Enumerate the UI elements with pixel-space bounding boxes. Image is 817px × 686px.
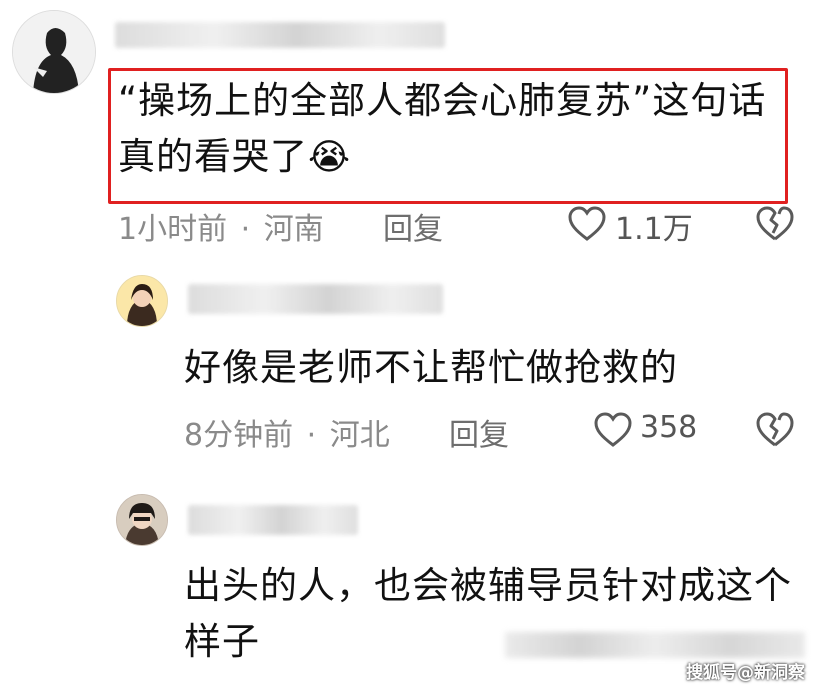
avatar[interactable] bbox=[12, 10, 96, 94]
comment-time: 1小时前 bbox=[118, 212, 228, 247]
comment-meta: 1小时前 · 河南 bbox=[118, 204, 324, 248]
meta-separator: · bbox=[306, 418, 317, 453]
comment-text: 好像是老师不让帮忙做抢救的 bbox=[184, 346, 678, 389]
comment-text: “操场上的全部人都会心肺复苏”这句话真的看哭了😭 bbox=[118, 79, 767, 178]
comment-location: 河北 bbox=[329, 418, 390, 453]
username-redacted bbox=[188, 284, 443, 314]
watermark: 搜狐号@新洞察 bbox=[686, 663, 805, 683]
comment-location: 河南 bbox=[263, 212, 324, 247]
reply-button[interactable]: 回复 bbox=[449, 410, 509, 454]
username-redacted bbox=[188, 505, 358, 535]
avatar[interactable] bbox=[116, 275, 168, 327]
heart-icon[interactable] bbox=[567, 205, 607, 243]
username-redacted bbox=[115, 22, 445, 48]
reply-button[interactable]: 回复 bbox=[383, 204, 443, 248]
comment-time: 8分钟前 bbox=[184, 418, 294, 453]
meta-separator: · bbox=[240, 212, 251, 247]
crying-emoji-icon: 😭 bbox=[308, 137, 352, 178]
watermark-redacted bbox=[505, 632, 805, 658]
like-count: 358 bbox=[640, 410, 698, 445]
avatar[interactable] bbox=[116, 494, 168, 546]
broken-heart-icon[interactable] bbox=[755, 411, 795, 449]
broken-heart-icon[interactable] bbox=[755, 205, 795, 243]
like-count: 1.1万 bbox=[615, 212, 693, 247]
heart-icon[interactable] bbox=[593, 411, 633, 449]
comment-meta: 8分钟前 · 河北 bbox=[184, 410, 390, 454]
